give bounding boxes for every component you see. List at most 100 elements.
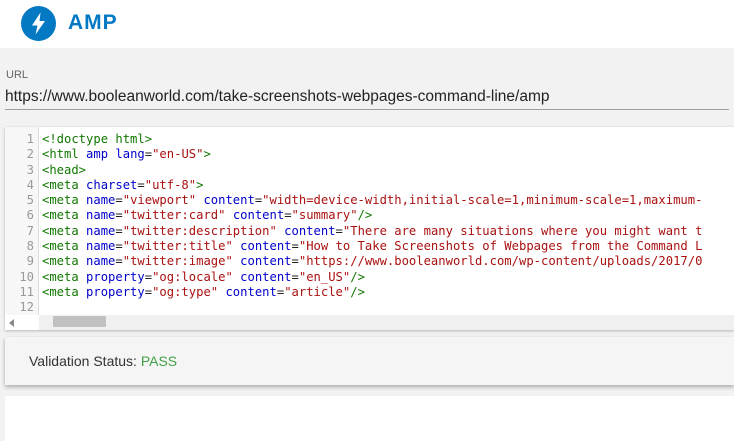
validation-panel: Validation Status: PASS [5,337,734,385]
code-token: /> [350,269,365,284]
code-token: content [225,284,277,299]
code-token: "twitter:description" [122,223,277,238]
line-number: 9 [26,254,34,269]
code-token: <meta [42,284,87,299]
code-token: "summary" [291,208,358,223]
code-token: /> [350,284,365,299]
code-text: <meta property="og:type" content="articl… [42,285,365,300]
code-token: content [240,269,292,284]
code-line: 11 <meta property="og:type" content="arti… [5,285,734,300]
line-number: 6 [26,208,34,223]
code-token: = [144,147,153,162]
code-token: > [196,177,204,192]
code-token: amp [86,147,109,162]
code-token: content [232,208,285,223]
url-label: URL [6,69,29,81]
code-token: = [137,177,145,192]
code-token: = [291,254,299,269]
code-line: 10 <meta property="og:locale" content="en… [5,270,734,285]
code-token: <meta [42,208,87,223]
code-text: <meta name="twitter:card" content="summa… [42,208,372,223]
code-line: 8 <meta name="twitter:title" content="How… [5,239,734,254]
line-number: 7 [26,223,34,238]
code-token: <meta [42,239,87,254]
line-number: 5 [26,193,34,208]
code-token: content [240,254,292,269]
code-line: 6 <meta name="twitter:card" content="summ… [5,208,734,223]
code-line: 7 <meta name="twitter:description" conten… [5,224,734,239]
code-text: <meta name="twitter:description" content… [42,224,702,239]
line-number: 2 [26,147,34,162]
code-token: charset [86,177,138,192]
code-token: property [86,284,145,299]
code-token: = [144,284,153,299]
code-text: <html amp lang="en-US"> [42,147,211,162]
code-text: <!doctype html> [42,132,152,147]
code-line: 9 <meta name="twitter:image" content="htt… [5,254,734,269]
code-token: "en_US" [298,269,351,284]
line-number: 3 [26,162,34,177]
horizontal-scrollbar[interactable] [39,315,734,330]
code-token: = [115,223,123,238]
code-token: = [115,208,123,223]
code-token: = [335,223,343,238]
app-header: AMP [0,0,734,48]
code-token: name [86,223,116,238]
url-input[interactable] [5,85,729,110]
code-line: 3 <head> [5,163,734,178]
line-number: 12 [19,300,34,315]
code-text: <meta charset="utf-8"> [42,178,203,193]
code-token: content [284,223,336,238]
line-number: 11 [19,284,34,299]
code-token: <meta [42,193,87,208]
code-token: "viewport" [122,193,197,208]
code-token: content [203,193,255,208]
code-token: = [284,208,292,223]
code-token: /> [357,208,373,223]
lightning-bolt-icon [32,12,45,35]
code-editor[interactable]: 1 <!doctype html> 2 <html amp lang="en-US">… [5,127,734,330]
code-line: 12 [5,300,734,315]
results-panel [5,396,734,441]
validation-status-value: PASS [140,353,178,369]
code-token: = [144,269,153,284]
code-token: "How to Take Screenshots of Webpages fro… [298,239,703,254]
code-token: <meta [42,254,87,269]
code-token: "utf-8" [144,177,197,192]
code-token: = [291,239,299,254]
code-text: <head> [42,163,86,178]
scrollbar-thumb[interactable] [53,316,106,327]
code-token: property [86,269,145,284]
scroll-left-arrow-icon[interactable] [9,319,14,327]
code-token: name [86,208,116,223]
code-token: "https://www.booleanworld.com/wp-content… [298,254,703,269]
code-token: "twitter:card" [122,208,226,223]
code-text: <meta name="twitter:title" content="How … [42,239,702,254]
code-token: content [240,239,292,254]
code-token: = [115,193,123,208]
validation-status-label: Validation Status: [29,353,141,369]
code-token: = [115,239,123,254]
code-lines: 1 <!doctype html> 2 <html amp lang="en-US">… [5,132,734,316]
code-token: "width=device-width,initial-scale=1,mini… [262,193,703,208]
code-token: "og:locale" [152,269,233,284]
line-number: 4 [26,177,34,192]
code-token: name [86,193,116,208]
code-text: <meta name="twitter:image" content="http… [42,254,702,269]
code-token: <!doctype html> [42,132,153,146]
code-token: = [291,269,299,284]
code-line: 4 <meta charset="utf-8"> [5,178,734,193]
code-token: "en-US" [152,147,204,162]
code-text: <meta name="viewport" content="width=dev… [42,193,702,208]
code-token: > [203,147,211,162]
code-token: <meta [42,269,87,284]
code-token: "og:type" [152,284,219,299]
code-token: "There are many situations where you mig… [342,223,703,238]
code-token: lang [115,147,145,162]
code-token: = [115,254,123,269]
code-token: <meta [42,177,87,192]
brand-name: AMP [68,11,118,34]
code-token: "twitter:title" [122,239,233,254]
amp-logo [21,6,56,41]
